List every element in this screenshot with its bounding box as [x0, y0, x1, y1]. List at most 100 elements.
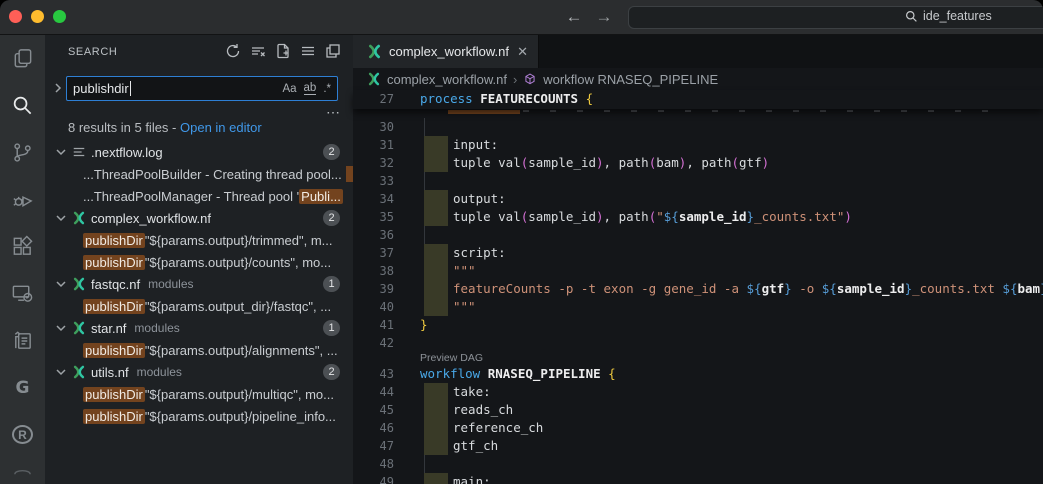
collapse-all-icon[interactable] — [325, 43, 341, 59]
clear-results-icon[interactable] — [250, 43, 266, 59]
sidebar-item-gitlens[interactable]: G — [0, 364, 45, 411]
code-line[interactable]: 37script: — [353, 244, 1043, 262]
code-line[interactable]: 49main: — [353, 473, 1043, 484]
text-caret — [130, 81, 131, 96]
result-count-badge: 1 — [323, 276, 340, 292]
code-line[interactable]: 43workflow RNASEQ_PIPELINE { — [353, 365, 1043, 383]
sidebar-item-r-language[interactable]: R — [0, 411, 45, 458]
nextflow-icon — [72, 211, 86, 225]
forward-icon[interactable]: → — [592, 5, 616, 29]
match-highlight: publishDir — [83, 299, 145, 314]
code-line[interactable]: 31input: — [353, 136, 1043, 154]
log-file-icon — [72, 145, 86, 159]
open-in-editor-link[interactable]: Open in editor — [180, 120, 262, 135]
code-line[interactable]: 38""" — [353, 262, 1043, 280]
nextflow-icon — [367, 44, 382, 59]
breadcrumb-symbol[interactable]: workflow RNASEQ_PIPELINE — [543, 72, 718, 87]
breadcrumb-separator: › — [513, 72, 517, 87]
regex-icon[interactable]: .* — [323, 83, 331, 95]
line-number: 41 — [353, 316, 408, 334]
chevron-down-icon — [55, 212, 67, 224]
file-name: star.nf — [91, 321, 126, 336]
search-result-match-row[interactable]: publishDir "${params.output}/alignments"… — [45, 339, 353, 361]
code-line[interactable]: 36 — [353, 226, 1043, 244]
result-count-badge: 2 — [323, 364, 340, 380]
refresh-icon[interactable] — [225, 43, 241, 59]
close-window-button[interactable] — [9, 10, 22, 23]
sidebar-item-explorer[interactable] — [0, 35, 45, 82]
code-line[interactable]: 40""" — [353, 298, 1043, 316]
remote-monitor-icon — [11, 282, 34, 305]
code-line[interactable]: 47gtf_ch — [353, 437, 1043, 455]
new-search-editor-icon[interactable] — [275, 43, 291, 59]
code-line[interactable]: 41} — [353, 316, 1043, 334]
back-icon[interactable]: ← — [562, 5, 586, 29]
match-highlight: publishDir — [83, 343, 145, 358]
search-result-match-row[interactable]: publishDir "${params.output}/trimmed", m… — [45, 229, 353, 251]
code-line[interactable]: 39featureCounts -p -t exon -g gene_id -a… — [353, 280, 1043, 298]
sidebar-item-tasks[interactable] — [0, 317, 45, 364]
tab-complex-workflow[interactable]: complex_workflow.nf ✕ — [353, 35, 539, 68]
editor-group: complex_workflow.nf ✕ complex_workflow.n… — [353, 35, 1043, 484]
line-number: 39 — [353, 280, 408, 298]
search-result-file-row[interactable]: complex_workflow.nf2 — [45, 207, 353, 229]
more-actions-icon[interactable]: ⋯ — [326, 104, 341, 121]
line-number: 30 — [353, 118, 408, 136]
nextflow-icon — [72, 365, 86, 379]
match-case-icon[interactable]: Aa — [282, 83, 296, 95]
codelens[interactable]: Preview DAG — [353, 352, 1043, 365]
sidebar-item-search[interactable] — [0, 82, 45, 129]
search-result-match-row[interactable]: publishDir "${params.output}/counts", mo… — [45, 251, 353, 273]
code-line[interactable]: 42 — [353, 334, 1043, 352]
match-highlight: publishDir — [83, 409, 145, 424]
line-number: 46 — [353, 419, 408, 437]
search-query-text: publishdir — [73, 81, 129, 96]
sidebar-item-remote-explorer[interactable] — [0, 270, 45, 317]
code-line[interactable]: 46reference_ch — [353, 419, 1043, 437]
search-result-file-row[interactable]: utils.nfmodules2 — [45, 361, 353, 383]
toggle-replace-chevron-icon[interactable] — [52, 82, 64, 94]
tab-label: complex_workflow.nf — [389, 44, 509, 59]
search-result-file-row[interactable]: .nextflow.log2 — [45, 141, 353, 163]
view-as-list-icon[interactable] — [300, 43, 316, 59]
sidebar-item-source-control[interactable] — [0, 129, 45, 176]
code-line[interactable]: 44take: — [353, 383, 1043, 401]
close-icon[interactable]: ✕ — [517, 44, 528, 60]
search-result-match-row[interactable]: ...ThreadPoolBuilder - Creating thread p… — [45, 163, 353, 185]
sidebar-item-run-debug[interactable] — [0, 176, 45, 223]
debug-icon — [11, 188, 34, 211]
maximize-window-button[interactable] — [53, 10, 66, 23]
search-input[interactable]: publishdir Aa ab .* — [66, 76, 338, 101]
line-number: 49 — [353, 473, 408, 484]
search-result-match-row[interactable]: publishDir "${params.output}/pipeline_in… — [45, 405, 353, 427]
result-count-badge: 1 — [323, 320, 340, 336]
nextflow-icon — [367, 72, 381, 86]
code-line[interactable]: 30 — [353, 118, 1043, 136]
line-number: 45 — [353, 401, 408, 419]
search-sidebar: SEARCH publishdir Aa ab .* ⋯ 8 results i… — [45, 35, 353, 484]
sticky-scroll-line[interactable]: 27 process FEATURECOUNTS { — [353, 90, 1043, 109]
search-result-match-row[interactable]: publishDir "${params.output}/multiqc", m… — [45, 383, 353, 405]
file-description: modules — [134, 321, 179, 335]
tab-bar: complex_workflow.nf ✕ — [353, 35, 1043, 68]
sidebar-item-extensions[interactable] — [0, 223, 45, 270]
code-line[interactable]: 48 — [353, 455, 1043, 473]
command-center-search-box[interactable]: ide_features — [628, 6, 1043, 29]
breadcrumb-file[interactable]: complex_workflow.nf — [387, 72, 507, 87]
task-document-icon — [11, 329, 34, 352]
minimize-window-button[interactable] — [31, 10, 44, 23]
code-line[interactable]: 33 — [353, 172, 1043, 190]
whole-word-icon[interactable]: ab — [304, 82, 317, 95]
code-line[interactable]: 45reads_ch — [353, 401, 1043, 419]
code-line[interactable]: 35tuple val(sample_id), path("${sample_i… — [353, 208, 1043, 226]
r-language-icon: R — [12, 425, 33, 444]
code-line[interactable]: 34output: — [353, 190, 1043, 208]
search-result-match-row[interactable]: ...ThreadPoolManager - Thread pool 'Publ… — [45, 185, 353, 207]
search-result-match-row[interactable]: publishDir "${params.output_dir}/fastqc"… — [45, 295, 353, 317]
code-area[interactable]: 27 process FEATURECOUNTS { 3031input:32t… — [353, 90, 1043, 484]
line-number: 37 — [353, 244, 408, 262]
code-line[interactable]: 32tuple val(sample_id), path(bam), path(… — [353, 154, 1043, 172]
search-result-file-row[interactable]: star.nf modules 1 — [45, 317, 353, 339]
search-result-file-row[interactable]: fastqc.nfmodules1 — [45, 273, 353, 295]
sidebar-item-partial[interactable] — [0, 458, 45, 478]
